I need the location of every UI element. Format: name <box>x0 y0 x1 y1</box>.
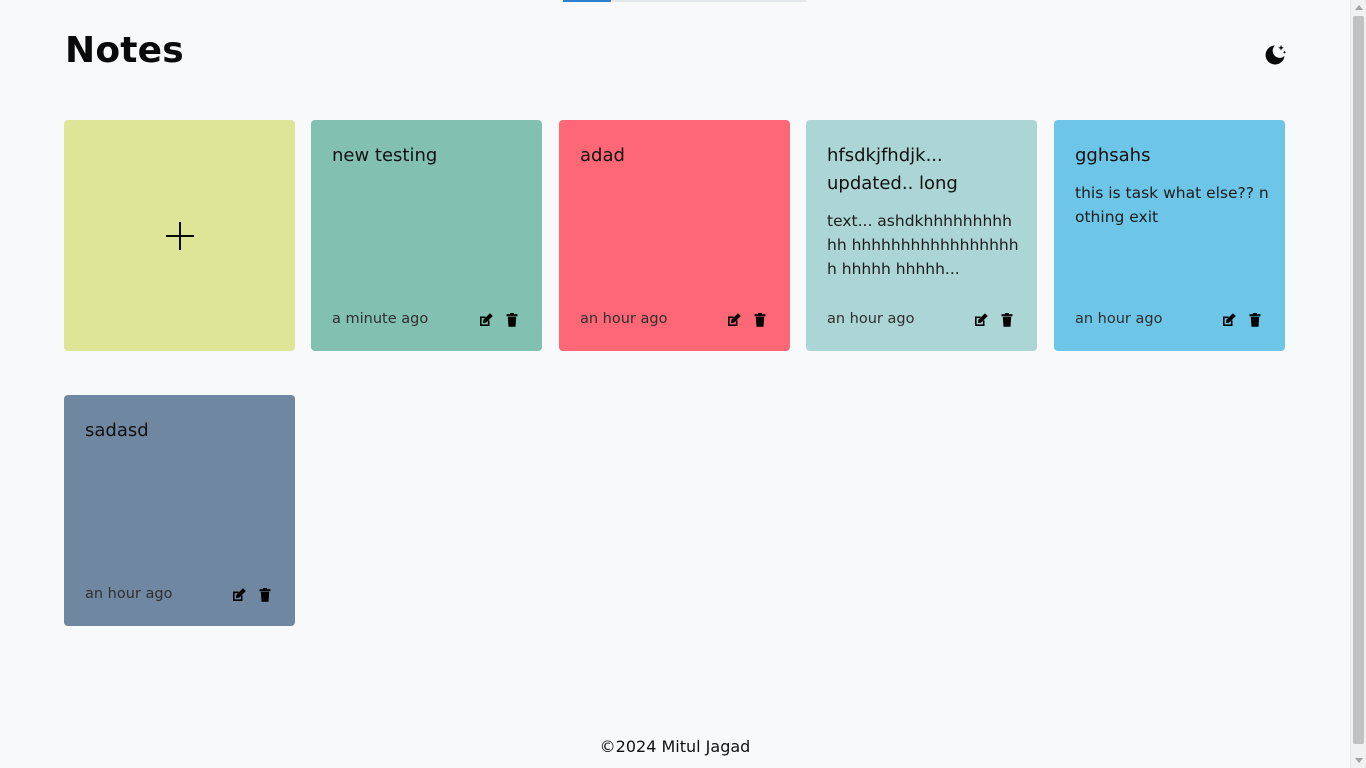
note-card[interactable]: hfsdkjfhdjk... updated.. long text... as… <box>806 120 1037 351</box>
loading-progress-bar <box>563 0 806 2</box>
edit-icon[interactable] <box>478 312 494 328</box>
scrollbar-thumb[interactable] <box>1353 16 1364 744</box>
note-timestamp: an hour ago <box>827 311 915 327</box>
note-title: gghsahs <box>1075 145 1151 166</box>
note-timestamp: an hour ago <box>85 586 173 602</box>
note-timestamp: a minute ago <box>332 311 429 327</box>
trash-icon[interactable] <box>999 312 1015 328</box>
plus-icon <box>165 221 194 250</box>
loading-progress-fill <box>563 0 611 2</box>
vertical-scrollbar[interactable] <box>1350 0 1366 768</box>
note-card[interactable]: new testing a minute ago <box>311 120 542 351</box>
add-note-card[interactable] <box>64 120 295 351</box>
note-actions <box>1221 312 1263 328</box>
edit-icon[interactable] <box>1221 312 1237 328</box>
note-card[interactable]: gghsahs this is task what else?? nothing… <box>1054 120 1285 351</box>
trash-icon[interactable] <box>752 312 768 328</box>
page-title: Notes <box>65 30 184 71</box>
scroll-up-icon[interactable] <box>1355 5 1363 10</box>
trash-icon[interactable] <box>1247 312 1263 328</box>
note-card[interactable]: adad an hour ago <box>559 120 790 351</box>
note-body: text... ashdkhhhhhhhhhhh hhhhhhhhhhhhhhh… <box>827 212 1019 278</box>
note-timestamp: an hour ago <box>1075 311 1163 327</box>
note-title: sadasd <box>85 420 149 441</box>
scroll-down-icon[interactable] <box>1355 758 1363 763</box>
note-actions <box>973 312 1015 328</box>
trash-icon[interactable] <box>257 587 273 603</box>
note-title: adad <box>580 145 625 166</box>
note-actions <box>726 312 768 328</box>
edit-icon[interactable] <box>231 587 247 603</box>
moon-stars-icon[interactable] <box>1262 42 1288 68</box>
note-title: new testing <box>332 145 438 166</box>
edit-icon[interactable] <box>973 312 989 328</box>
note-timestamp: an hour ago <box>580 311 668 327</box>
footer-copyright: ©2024 Mitul Jagad <box>599 737 751 756</box>
note-body: this is task what else?? nothing exit <box>1075 184 1269 226</box>
note-title: hfsdkjfhdjk... updated.. long <box>827 145 958 194</box>
note-card[interactable]: sadasd an hour ago <box>64 395 295 626</box>
note-actions <box>478 312 520 328</box>
trash-icon[interactable] <box>504 312 520 328</box>
note-actions <box>231 587 273 603</box>
edit-icon[interactable] <box>726 312 742 328</box>
